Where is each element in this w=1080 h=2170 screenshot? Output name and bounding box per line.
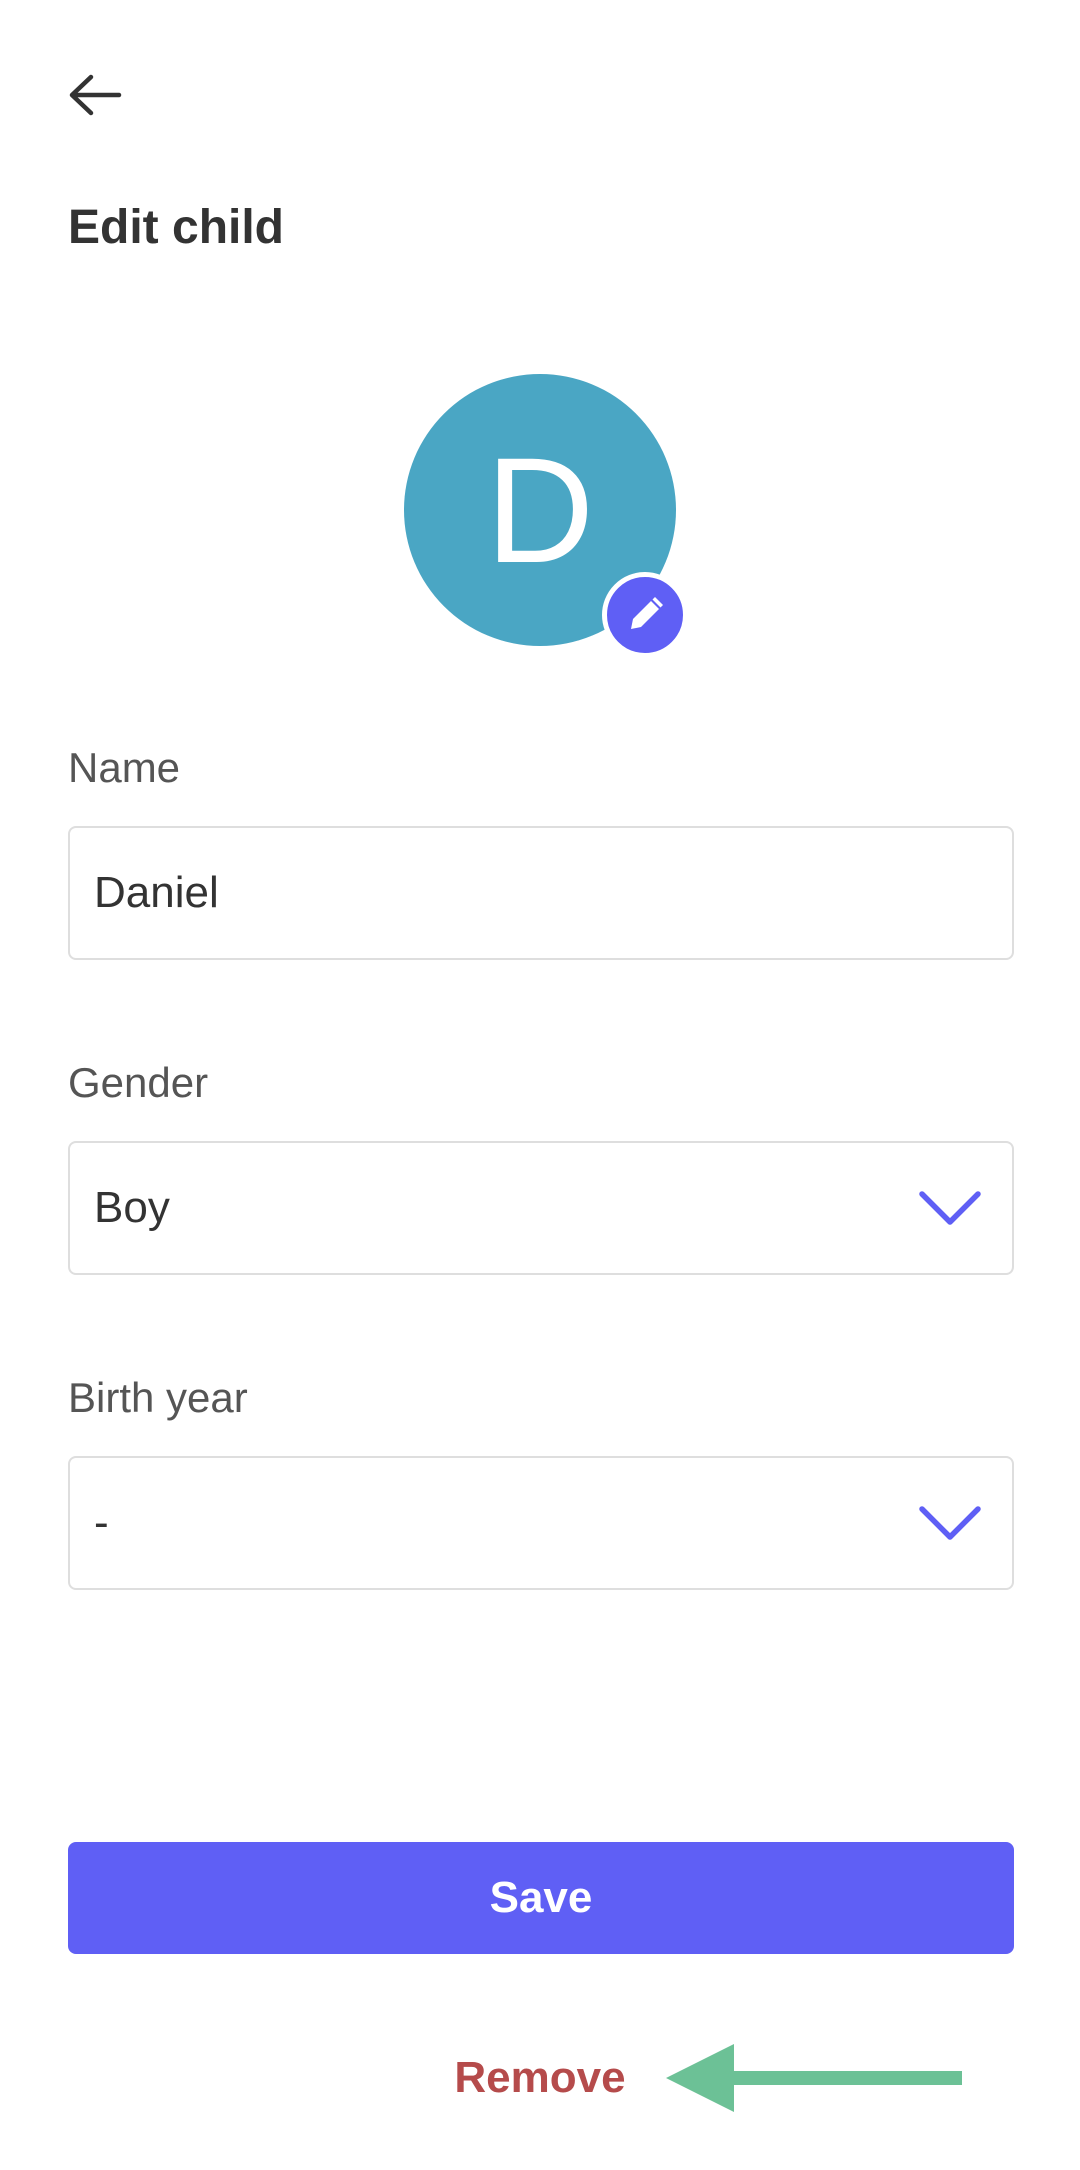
name-label: Name	[68, 744, 181, 791]
save-button[interactable]: Save	[68, 1842, 1014, 1954]
page-title: Edit child	[68, 201, 284, 254]
birth-year-label: Birth year	[68, 1374, 248, 1421]
gender-select[interactable]: Boy	[68, 1141, 1014, 1275]
avatar-container: D	[404, 374, 688, 664]
gender-label: Gender	[68, 1059, 209, 1106]
arrow-left-icon	[69, 74, 122, 116]
remove-button[interactable]: Remove	[440, 2048, 640, 2108]
birth-year-value: -	[94, 1498, 109, 1547]
avatar-initial: D	[485, 426, 595, 594]
gender-value: Boy	[94, 1183, 170, 1232]
chevron-down-icon	[918, 1503, 982, 1543]
pencil-icon	[631, 597, 663, 629]
birth-year-select[interactable]: -	[68, 1456, 1014, 1590]
edit-avatar-button[interactable]	[602, 572, 688, 658]
arrow-left-icon	[666, 2044, 962, 2112]
back-button[interactable]	[60, 60, 130, 130]
name-field[interactable]	[68, 826, 1014, 960]
chevron-down-icon	[918, 1188, 982, 1228]
name-input[interactable]	[94, 868, 988, 918]
